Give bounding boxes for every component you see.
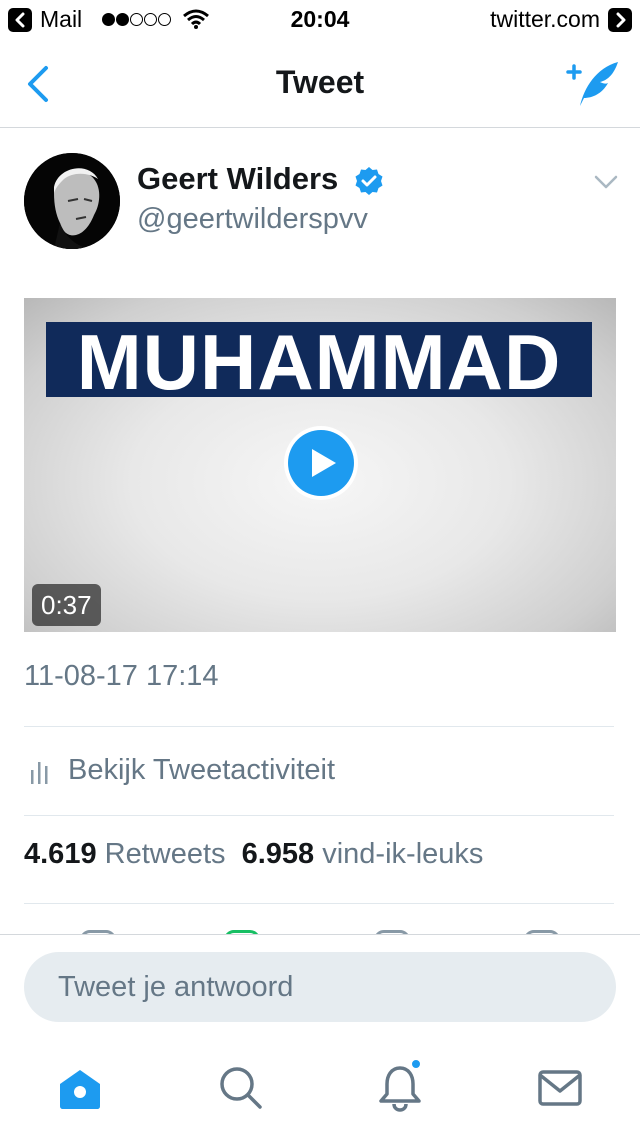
video-title-text: MUHAMMAD (76, 318, 562, 406)
video-title-banner: MUHAMMAD (46, 318, 592, 406)
divider (24, 903, 614, 904)
tweet-timestamp: 11-08-17 17:14 (24, 660, 219, 692)
divider (24, 726, 614, 727)
video-duration-badge: 0:37 (32, 584, 101, 626)
reply-bar (0, 934, 640, 1036)
navigation-bar: Tweet (0, 40, 640, 128)
page-title: Tweet (275, 64, 365, 100)
tweet-header: Geert Wilders @geertwilderspvv (0, 128, 640, 278)
reply-input[interactable] (24, 952, 616, 1022)
envelope-icon[interactable] (536, 1064, 584, 1112)
chevron-down-icon[interactable] (594, 174, 618, 190)
retweets-label[interactable]: Retweets (105, 838, 226, 870)
status-bar: Mail 20:04 twitter.com (0, 0, 640, 40)
author-name[interactable]: Geert Wilders (137, 161, 338, 197)
play-icon (288, 430, 354, 496)
home-icon[interactable] (56, 1064, 104, 1112)
likes-label[interactable]: vind-ik-leuks (322, 838, 483, 870)
play-button[interactable] (284, 426, 358, 500)
site-label: twitter.com (490, 6, 600, 32)
bar-chart-icon (30, 760, 50, 784)
author-handle[interactable]: @geertwilderspvv (137, 203, 368, 236)
forward-icon[interactable] (608, 8, 632, 32)
tab-bar (0, 1036, 640, 1136)
divider (24, 815, 614, 816)
search-icon[interactable] (216, 1064, 264, 1112)
retweets-count[interactable]: 4.619 (24, 838, 97, 870)
tweet-actions (24, 920, 614, 934)
likes-count[interactable]: 6.958 (242, 838, 315, 870)
activity-label: Bekijk Tweetactiviteit (68, 754, 336, 786)
compose-tweet-icon[interactable] (566, 58, 620, 110)
avatar[interactable] (24, 153, 120, 249)
bell-icon[interactable] (376, 1058, 424, 1112)
notification-badge (410, 1058, 422, 1070)
tweet-stats: 4.619 Retweets 6.958 vind-ik-leuks (24, 838, 483, 871)
video-player[interactable]: MUHAMMAD 0:37 (24, 298, 616, 632)
verified-badge-icon (354, 166, 384, 196)
tweet-activity-link[interactable]: Bekijk Tweetactiviteit (24, 746, 614, 796)
